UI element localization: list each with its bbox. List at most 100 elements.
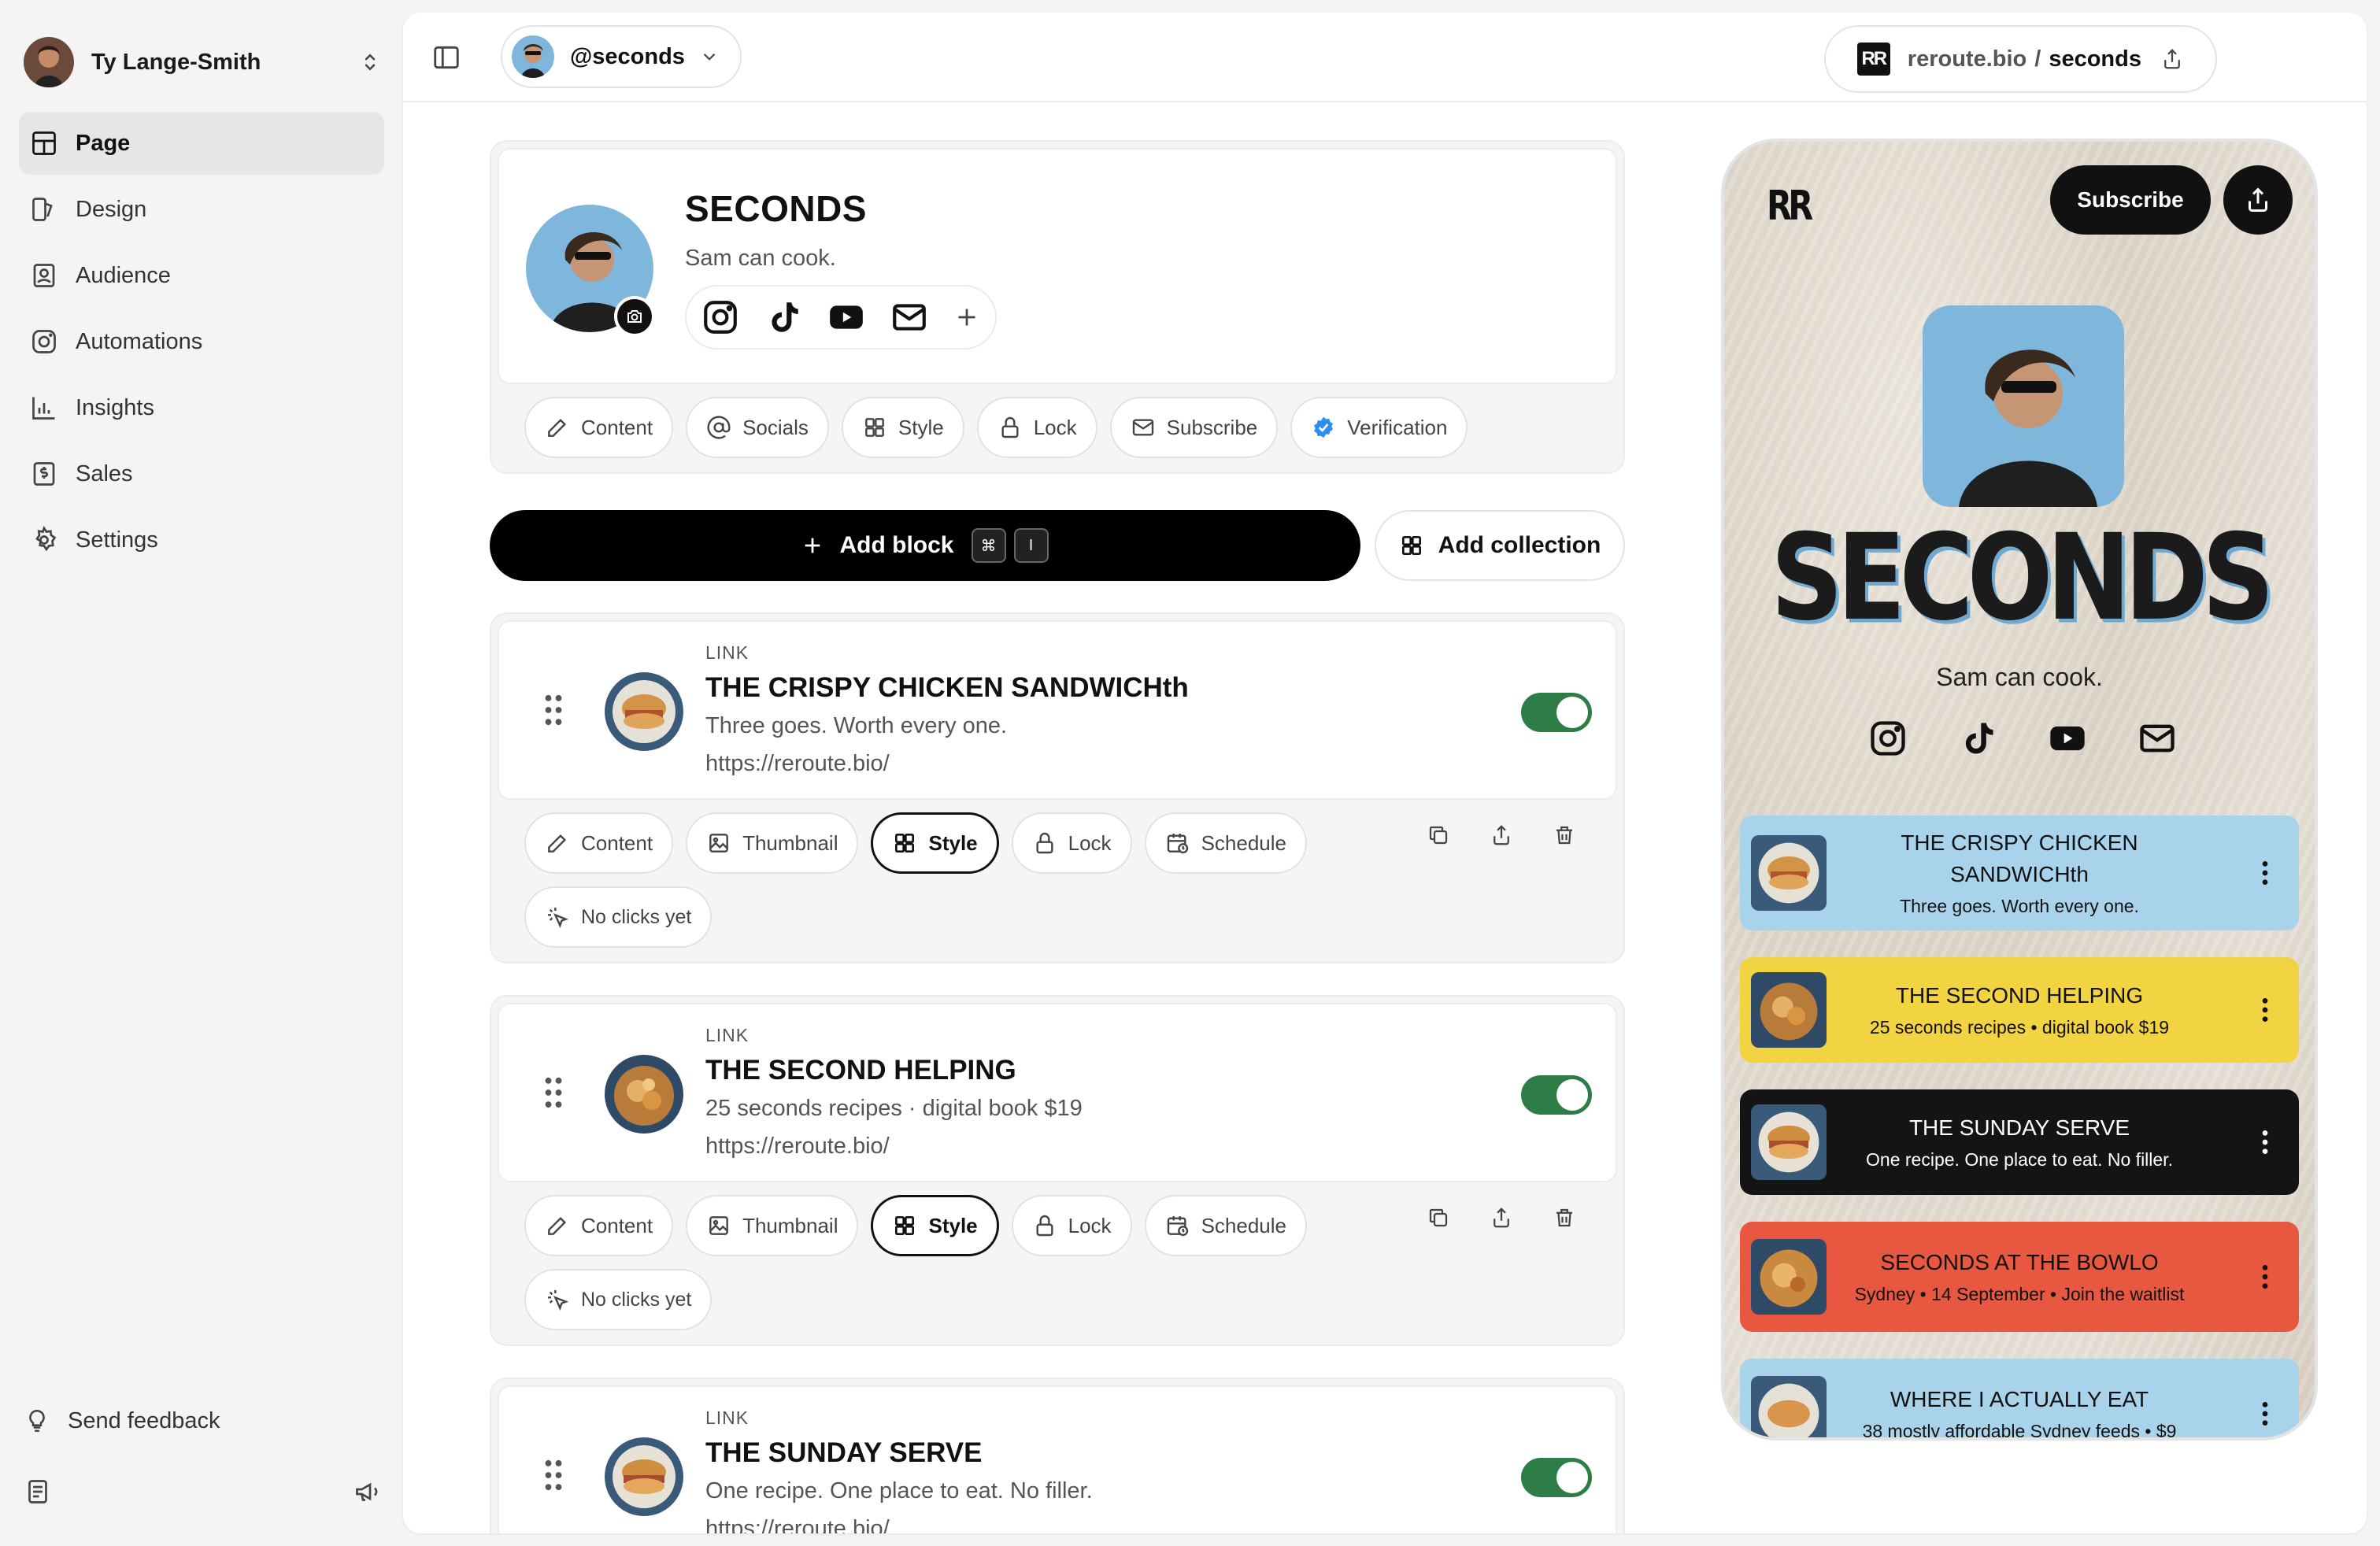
more-vertical-icon[interactable] <box>2261 1129 2269 1156</box>
instagram-icon <box>32 330 56 353</box>
more-vertical-icon[interactable] <box>2261 1263 2269 1290</box>
more-vertical-icon[interactable] <box>2261 997 2269 1023</box>
lock-icon <box>1036 832 1053 854</box>
drag-handle-icon[interactable] <box>543 1075 564 1110</box>
instagram-icon[interactable] <box>1867 718 1908 759</box>
preview-link-item[interactable]: THE CRISPY CHICKEN SANDWICHth Three goes… <box>1740 816 2299 930</box>
instagram-icon[interactable] <box>701 298 740 337</box>
sidebar-toggle-icon[interactable] <box>431 43 461 72</box>
sidebar-item-settings[interactable]: Settings <box>19 509 384 571</box>
gear-icon <box>35 526 57 552</box>
document-icon[interactable] <box>24 1478 52 1506</box>
subscribe-chip[interactable]: Subscribe <box>1109 397 1279 458</box>
link-description[interactable]: One recipe. One place to eat. No filler. <box>705 1478 1093 1504</box>
clicks-chip[interactable]: No clicks yet <box>524 1269 713 1330</box>
link-url[interactable]: https://reroute.bio/ <box>705 1134 890 1160</box>
link-card[interactable]: LINK THE SUNDAY SERVE One recipe. One pl… <box>498 1385 1617 1533</box>
link-url[interactable]: https://reroute.bio/ <box>705 751 890 777</box>
pencil-icon <box>548 1216 567 1235</box>
link-title[interactable]: THE CRISPY CHICKEN SANDWICHth <box>705 672 1189 704</box>
link-title[interactable]: THE SECOND HELPING <box>705 1055 1016 1086</box>
public-url-pill[interactable]: RR reroute.bio / seconds <box>1823 25 2217 93</box>
content-chip[interactable]: Content <box>524 1195 674 1256</box>
content-chip[interactable]: Content <box>524 397 674 458</box>
top-bar: @seconds RR reroute.bio / seconds <box>403 13 2367 102</box>
account-switcher[interactable]: Ty Lange-Smith <box>24 36 382 88</box>
add-block-button[interactable]: Add block ⌘ I <box>490 510 1360 581</box>
schedule-chip[interactable]: Schedule <box>1144 812 1307 874</box>
duplicate-icon[interactable] <box>1427 823 1450 847</box>
share-icon[interactable] <box>1490 1206 1513 1230</box>
megaphone-icon[interactable] <box>353 1478 382 1506</box>
link-url[interactable]: https://reroute.bio/ <box>705 1516 890 1533</box>
thumbnail-chip[interactable]: Thumbnail <box>686 1195 859 1256</box>
mail-icon[interactable] <box>890 298 929 337</box>
sidebar-item-insights[interactable]: Insights <box>19 376 384 439</box>
send-feedback-button[interactable]: Send feedback <box>24 1401 382 1441</box>
link-description[interactable]: Three goes. Worth every one. <box>705 713 1007 739</box>
trash-icon[interactable] <box>1553 823 1576 847</box>
style-chip[interactable]: Style <box>871 1195 999 1256</box>
link-visibility-toggle[interactable] <box>1521 1458 1592 1497</box>
trash-icon[interactable] <box>1553 1206 1576 1230</box>
tiktok-icon[interactable] <box>764 298 803 337</box>
profile-card[interactable]: SECONDS Sam can cook. <box>498 148 1617 384</box>
share-icon[interactable] <box>1490 823 1513 847</box>
preview-link-item[interactable]: THE SUNDAY SERVE One recipe. One place t… <box>1740 1089 2299 1195</box>
style-chip[interactable]: Style <box>841 397 964 458</box>
schedule-chip[interactable]: Schedule <box>1144 1195 1307 1256</box>
preview-link-item[interactable]: THE SECOND HELPING 25 seconds recipes • … <box>1740 957 2299 1063</box>
user-name: Ty Lange-Smith <box>91 49 261 75</box>
sparkle-click-icon <box>548 1290 568 1311</box>
calendar-clock-icon <box>1167 1216 1188 1237</box>
tiktok-icon[interactable] <box>1957 718 1998 759</box>
chip-label: Subscribe <box>1166 415 1258 439</box>
more-vertical-icon[interactable] <box>2261 1400 2269 1427</box>
preview-share-button[interactable] <box>2223 165 2293 235</box>
image-icon <box>709 834 728 853</box>
link-card[interactable]: LINK THE CRISPY CHICKEN SANDWICHth Three… <box>498 620 1617 800</box>
palette-icon <box>32 198 53 221</box>
camera-icon[interactable] <box>614 296 655 337</box>
lock-chip[interactable]: Lock <box>976 397 1097 458</box>
link-visibility-toggle[interactable] <box>1521 693 1592 732</box>
lock-chip[interactable]: Lock <box>1011 1195 1132 1256</box>
share-icon[interactable] <box>2160 47 2184 71</box>
link-actions: Content Thumbnail Style Lock Schedule No… <box>498 800 1617 956</box>
drag-handle-icon[interactable] <box>543 1458 564 1492</box>
youtube-icon[interactable] <box>2047 718 2088 759</box>
lock-chip[interactable]: Lock <box>1011 812 1132 874</box>
profile-name[interactable]: SECONDS <box>685 187 867 230</box>
profile-bio[interactable]: Sam can cook. <box>685 246 836 272</box>
sidebar-item-label: Sales <box>76 460 133 486</box>
pencil-icon <box>548 418 567 437</box>
duplicate-icon[interactable] <box>1427 1206 1450 1230</box>
style-chip[interactable]: Style <box>871 812 999 874</box>
link-description[interactable]: 25 seconds recipes · digital book $19 <box>705 1096 1083 1122</box>
youtube-icon[interactable] <box>827 298 866 337</box>
preview-link-item[interactable]: SECONDS AT THE BOWLO Sydney • 14 Septemb… <box>1740 1222 2299 1332</box>
handle-switcher[interactable]: @seconds <box>501 25 742 88</box>
verification-chip[interactable]: Verification <box>1290 397 1468 458</box>
drag-handle-icon[interactable] <box>543 693 564 727</box>
content-chip[interactable]: Content <box>524 812 674 874</box>
link-block: LINK THE CRISPY CHICKEN SANDWICHth Three… <box>490 612 1625 963</box>
add-collection-button[interactable]: Add collection <box>1375 510 1625 581</box>
sidebar-item-design[interactable]: Design <box>19 178 384 241</box>
add-social-icon[interactable] <box>953 303 981 331</box>
sidebar-item-automations[interactable]: Automations <box>19 310 384 373</box>
sidebar-item-page[interactable]: Page <box>19 112 384 175</box>
link-card[interactable]: LINK THE SECOND HELPING 25 seconds recip… <box>498 1003 1617 1182</box>
sidebar-item-audience[interactable]: Audience <box>19 244 384 307</box>
socials-chip[interactable]: Socials <box>686 397 829 458</box>
chip-label: Content <box>581 830 653 855</box>
more-vertical-icon[interactable] <box>2261 860 2269 886</box>
clicks-chip[interactable]: No clicks yet <box>524 886 713 948</box>
link-visibility-toggle[interactable] <box>1521 1075 1592 1115</box>
preview-link-item[interactable]: WHERE I ACTUALLY EAT 38 mostly affordabl… <box>1740 1359 2299 1437</box>
thumbnail-chip[interactable]: Thumbnail <box>686 812 859 874</box>
link-title[interactable]: THE SUNDAY SERVE <box>705 1437 982 1469</box>
mail-icon[interactable] <box>2137 718 2178 759</box>
sidebar-item-sales[interactable]: Sales <box>19 442 384 505</box>
preview-subscribe-button[interactable]: Subscribe <box>2050 165 2211 235</box>
